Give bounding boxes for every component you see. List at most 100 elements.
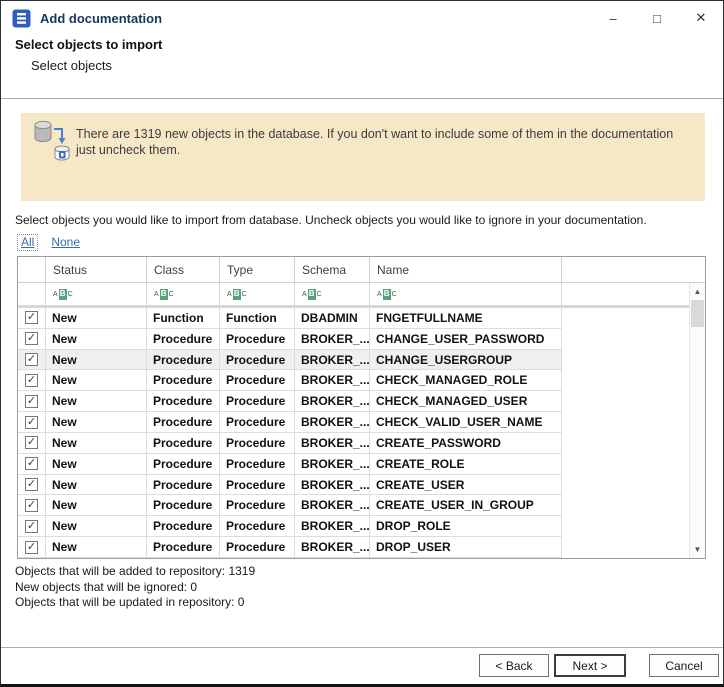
page-subtitle: Select objects [31, 58, 162, 73]
cell-schema: BROKER_... [295, 495, 370, 515]
table-row[interactable]: ✓ New Procedure Procedure BROKER_... CRE… [18, 475, 562, 496]
table-scrollbar[interactable]: ▲ ▼ [689, 283, 705, 558]
row-checkbox[interactable]: ✓ [25, 416, 38, 429]
cell-status: New [46, 495, 147, 515]
summary-ignored: New objects that will be ignored: 0 [15, 580, 255, 596]
cell-type: Procedure [220, 475, 295, 495]
text-filter-icon: ABC [227, 289, 247, 300]
text-filter-icon: ABC [377, 289, 397, 300]
table-filter-row: ABC ABC ABC ABC ABC [18, 283, 705, 305]
table-row[interactable]: ✓ New Procedure Procedure BROKER_... CHE… [18, 412, 562, 433]
column-header-status[interactable]: Status [46, 257, 147, 282]
table-header-row: Status Class Type Schema Name [18, 257, 705, 283]
cell-schema: BROKER_... [295, 475, 370, 495]
table-row[interactable]: ✓ New Procedure Procedure BROKER_... CRE… [18, 433, 562, 454]
row-check-cell: ✓ [18, 495, 46, 515]
row-checkbox[interactable]: ✓ [25, 311, 38, 324]
table-row[interactable]: ✓ New Procedure Procedure BROKER_... CRE… [18, 454, 562, 475]
database-import-icon [29, 116, 77, 164]
filter-cell-empty [562, 283, 705, 305]
cancel-button[interactable]: Cancel [649, 654, 719, 677]
cell-name: CREATE_USER_IN_GROUP [370, 495, 562, 515]
row-checkbox[interactable]: ✓ [25, 478, 38, 491]
select-column-header[interactable] [18, 257, 46, 282]
page-title: Select objects to import [15, 37, 162, 52]
cell-type: Procedure [220, 350, 295, 370]
row-check-cell: ✓ [18, 516, 46, 536]
row-checkbox[interactable]: ✓ [25, 499, 38, 512]
scroll-thumb[interactable] [691, 300, 704, 327]
select-all-link[interactable]: All [17, 234, 38, 251]
filter-cell-schema[interactable]: ABC [295, 283, 370, 305]
row-checkbox[interactable]: ✓ [25, 541, 38, 554]
row-check-cell: ✓ [18, 433, 46, 453]
minimize-button[interactable]: – [591, 1, 635, 35]
next-button[interactable]: Next > [554, 654, 626, 677]
column-header-empty [562, 257, 705, 282]
cell-schema: DBADMIN [295, 308, 370, 328]
table-row[interactable]: ✓ New Function Function DBADMIN FNGETFUL… [18, 308, 562, 329]
cell-class: Procedure [147, 433, 220, 453]
row-checkbox[interactable]: ✓ [25, 395, 38, 408]
column-header-schema[interactable]: Schema [295, 257, 370, 282]
close-button[interactable]: ✕ [679, 1, 723, 35]
row-checkbox[interactable]: ✓ [25, 520, 38, 533]
row-checkbox[interactable]: ✓ [25, 374, 38, 387]
select-none-link[interactable]: None [51, 235, 80, 249]
scroll-up-icon[interactable]: ▲ [690, 287, 705, 296]
row-checkbox[interactable]: ✓ [25, 457, 38, 470]
row-checkbox[interactable]: ✓ [25, 353, 38, 366]
back-button[interactable]: < Back [479, 654, 549, 677]
table-row[interactable]: ✓ New Procedure Procedure BROKER_... DRO… [18, 516, 562, 537]
cell-name: CHANGE_USER_PASSWORD [370, 329, 562, 349]
column-header-type[interactable]: Type [220, 257, 295, 282]
filter-cell-class[interactable]: ABC [147, 283, 220, 305]
filter-cell-type[interactable]: ABC [220, 283, 295, 305]
cell-status: New [46, 516, 147, 536]
row-check-cell: ✓ [18, 537, 46, 557]
summary-updated: Objects that will be updated in reposito… [15, 595, 255, 611]
app-icon [12, 9, 31, 28]
cell-name: CREATE_ROLE [370, 454, 562, 474]
scroll-down-icon[interactable]: ▼ [690, 545, 705, 554]
table-row[interactable]: ✓ New Procedure Procedure BROKER_... CHA… [18, 350, 562, 371]
cell-name: CREATE_USER [370, 475, 562, 495]
cell-schema: BROKER_... [295, 433, 370, 453]
cell-status: New [46, 433, 147, 453]
cell-type: Procedure [220, 329, 295, 349]
cell-schema: BROKER_... [295, 454, 370, 474]
row-check-cell: ✓ [18, 370, 46, 390]
row-checkbox[interactable]: ✓ [25, 332, 38, 345]
cell-type: Procedure [220, 537, 295, 557]
table-row[interactable]: ✓ New Procedure Procedure BROKER_... CHE… [18, 391, 562, 412]
column-header-class[interactable]: Class [147, 257, 220, 282]
table-row[interactable]: ✓ New Procedure Procedure BROKER_... DRO… [18, 537, 562, 558]
cell-type: Procedure [220, 370, 295, 390]
summary-block: Objects that will be added to repository… [15, 564, 255, 611]
cell-class: Function [147, 308, 220, 328]
table-row[interactable]: ✓ New Procedure Procedure BROKER_... CHE… [18, 370, 562, 391]
cell-schema: BROKER_... [295, 350, 370, 370]
cell-name: CHECK_MANAGED_USER [370, 391, 562, 411]
table-row[interactable]: ✓ New Procedure Procedure BROKER_... CRE… [18, 495, 562, 516]
column-header-name[interactable]: Name [370, 257, 562, 282]
cell-status: New [46, 350, 147, 370]
objects-table: Status Class Type Schema Name ABC ABC AB… [17, 256, 706, 559]
cell-schema: BROKER_... [295, 412, 370, 432]
cell-type: Function [220, 308, 295, 328]
summary-added: Objects that will be added to repository… [15, 564, 255, 580]
cell-class: Procedure [147, 329, 220, 349]
cell-class: Procedure [147, 454, 220, 474]
cell-type: Procedure [220, 391, 295, 411]
banner-message: There are 1319 new objects in the databa… [76, 126, 693, 158]
cell-class: Procedure [147, 350, 220, 370]
table-row[interactable]: ✓ New Procedure Procedure BROKER_... CHA… [18, 329, 562, 350]
cell-status: New [46, 412, 147, 432]
cell-type: Procedure [220, 495, 295, 515]
filter-cell-status[interactable]: ABC [46, 283, 147, 305]
maximize-button[interactable]: □ [635, 1, 679, 35]
filter-cell-name[interactable]: ABC [370, 283, 562, 305]
cell-schema: BROKER_... [295, 370, 370, 390]
instruction-text: Select objects you would like to import … [15, 213, 647, 227]
row-checkbox[interactable]: ✓ [25, 436, 38, 449]
